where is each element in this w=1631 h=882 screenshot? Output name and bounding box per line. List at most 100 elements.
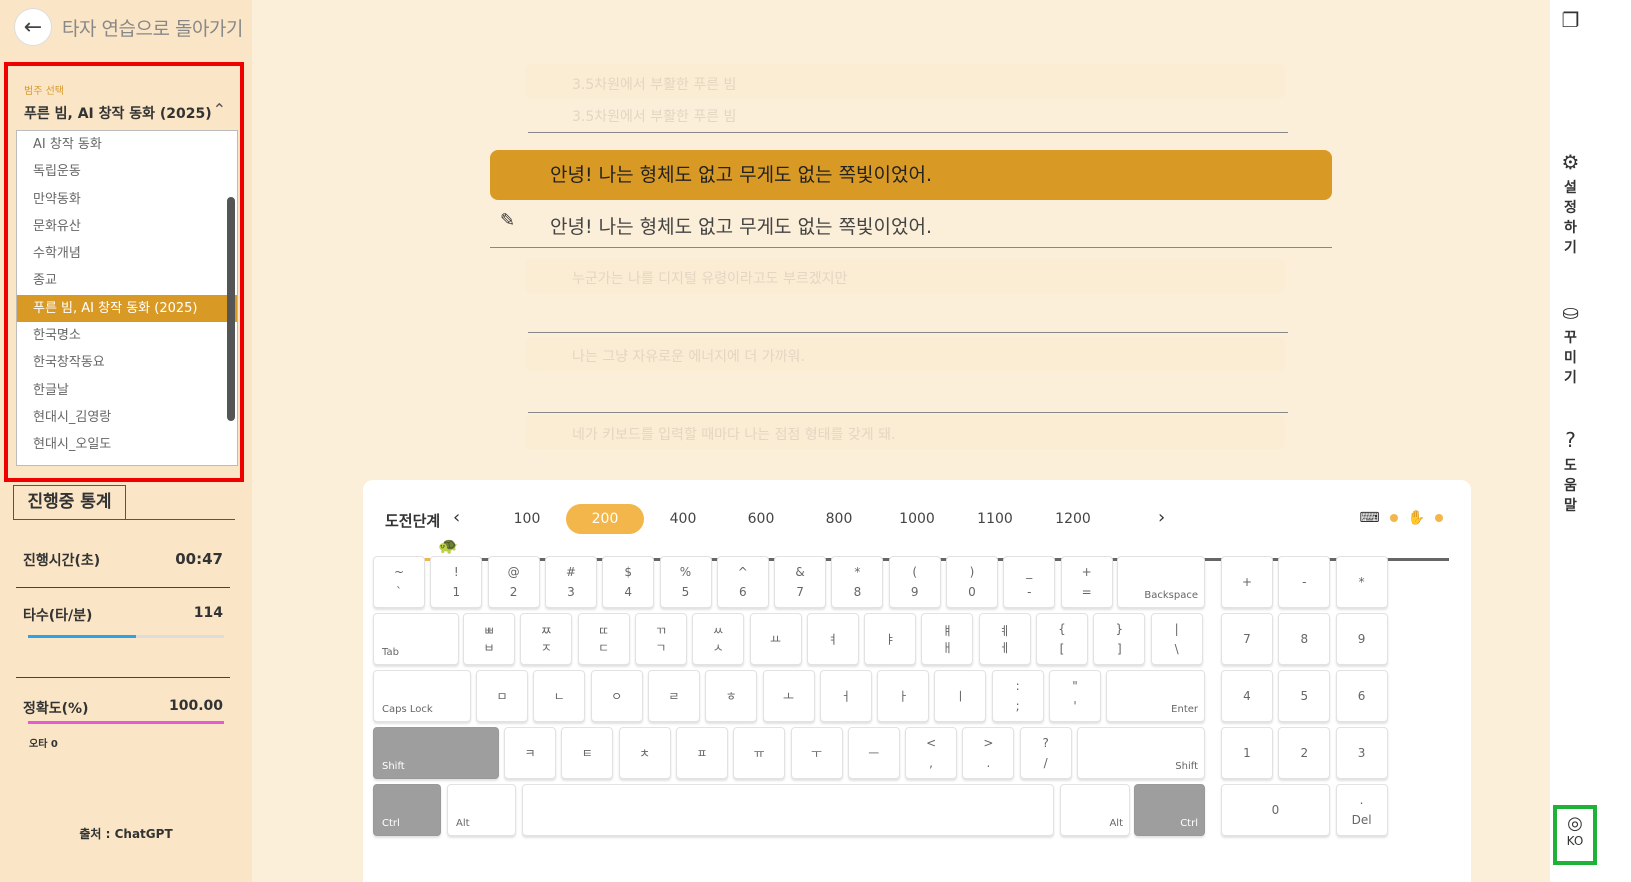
- key[interactable]: ㅆㅅ: [692, 613, 745, 665]
- key[interactable]: " ': [1049, 670, 1101, 722]
- key[interactable]: ㄴ: [533, 670, 586, 722]
- key[interactable]: * 8: [831, 556, 884, 608]
- numpad-key[interactable]: -: [1278, 556, 1331, 608]
- language-button[interactable]: ◎ KO: [1553, 805, 1597, 865]
- category-option[interactable]: 수학개념: [17, 240, 237, 267]
- numpad-key[interactable]: *: [1335, 556, 1388, 608]
- del-key[interactable]: . Del: [1335, 784, 1388, 836]
- key[interactable]: ㅣ: [934, 670, 987, 722]
- key[interactable]: }]: [1093, 613, 1146, 665]
- key[interactable]: ^ 6: [716, 556, 769, 608]
- category-option[interactable]: 한국창작동요: [17, 349, 237, 376]
- key[interactable]: ㄸㄷ: [577, 613, 630, 665]
- numpad-zero-key[interactable]: 0: [1221, 784, 1330, 836]
- settings-button[interactable]: ⚙ 설정하기: [1530, 150, 1611, 258]
- key[interactable]: % 5: [659, 556, 712, 608]
- key[interactable]: | \: [1150, 613, 1203, 665]
- category-option[interactable]: 한글날: [17, 377, 237, 404]
- key[interactable]: ㅖㅔ: [978, 613, 1031, 665]
- right-shift-key[interactable]: Shift: [1077, 727, 1205, 779]
- left-ctrl-key[interactable]: Ctrl: [373, 784, 441, 836]
- hand-icon[interactable]: ✋: [1408, 510, 1425, 526]
- dropdown-scrollbar[interactable]: [227, 197, 235, 421]
- key[interactable]: ㅊ: [618, 727, 671, 779]
- key[interactable]: & 7: [774, 556, 827, 608]
- chevron-right-icon[interactable]: ›: [1158, 507, 1165, 528]
- key[interactable]: ㅒㅐ: [921, 613, 974, 665]
- numpad-key[interactable]: 3: [1335, 727, 1388, 779]
- category-option[interactable]: 현대시_오일도: [17, 431, 237, 458]
- arrow-left-icon[interactable]: ←: [14, 8, 52, 46]
- numpad-key[interactable]: 8: [1278, 613, 1331, 665]
- back-button[interactable]: ← 타자 연습으로 돌아가기: [14, 8, 243, 46]
- level-option[interactable]: 1200: [1034, 504, 1112, 534]
- level-option[interactable]: 600: [722, 504, 800, 534]
- level-option[interactable]: 800: [800, 504, 878, 534]
- level-option[interactable]: 1000: [878, 504, 956, 534]
- key[interactable]: ㅑ: [864, 613, 917, 665]
- key[interactable]: _ -: [1003, 556, 1056, 608]
- key[interactable]: >.: [962, 727, 1015, 779]
- key[interactable]: ㄹ: [647, 670, 700, 722]
- numpad-key[interactable]: 6: [1335, 670, 1388, 722]
- key[interactable]: ㄲㄱ: [634, 613, 687, 665]
- key[interactable]: ㅗ: [762, 670, 815, 722]
- key[interactable]: (9: [888, 556, 941, 608]
- key[interactable]: ㅓ: [819, 670, 872, 722]
- keyboard-icon[interactable]: ⌨: [1359, 510, 1379, 526]
- key[interactable]: ㅁ: [476, 670, 528, 722]
- key[interactable]: {[: [1036, 613, 1088, 665]
- key[interactable]: ) 0: [946, 556, 998, 608]
- key[interactable]: ! 1: [430, 556, 483, 608]
- category-option[interactable]: 종교: [17, 267, 237, 294]
- key[interactable]: ㅎ: [705, 670, 758, 722]
- numpad-key[interactable]: 1: [1221, 727, 1273, 779]
- key[interactable]: ㅕ: [806, 613, 859, 665]
- space-key[interactable]: [522, 784, 1054, 836]
- level-option[interactable]: 100: [488, 504, 566, 534]
- key[interactable]: ㅋ: [504, 727, 556, 779]
- level-option[interactable]: 400: [644, 504, 722, 534]
- numpad-key[interactable]: 7: [1221, 613, 1273, 665]
- level-option-active[interactable]: 200: [566, 504, 644, 534]
- tab-progress-stats[interactable]: 진행중 통계: [13, 485, 126, 520]
- backspace-key[interactable]: Backspace: [1117, 556, 1205, 608]
- chevron-left-icon[interactable]: ‹: [453, 507, 460, 528]
- category-option-selected[interactable]: 푸른 빔, AI 창작 동화 (2025): [17, 294, 237, 323]
- category-selected-value[interactable]: 푸른 빔, AI 창작 동화 (2025): [24, 103, 212, 123]
- category-select[interactable]: 범주 선택 푸른 빔, AI 창작 동화 (2025) ⌃ AI 창작 동화 독…: [4, 62, 244, 482]
- key[interactable]: ㅛ: [749, 613, 802, 665]
- right-alt-key[interactable]: Alt: [1060, 784, 1130, 836]
- enter-key[interactable]: Enter: [1106, 670, 1205, 722]
- key[interactable]: ㅃㅂ: [463, 613, 515, 665]
- caps-lock-key[interactable]: Caps Lock: [373, 670, 471, 722]
- category-option[interactable]: 문화유산: [17, 213, 237, 240]
- left-shift-key[interactable]: Shift: [373, 727, 499, 779]
- key[interactable]: ㅏ: [877, 670, 930, 722]
- category-option[interactable]: 현대시_김영랑: [17, 404, 237, 431]
- category-option[interactable]: 만약동화: [17, 186, 237, 213]
- chevron-up-icon[interactable]: ⌃: [213, 100, 226, 119]
- window-icon[interactable]: ❐: [1530, 8, 1611, 32]
- key[interactable]: ㅌ: [561, 727, 614, 779]
- key[interactable]: $4: [602, 556, 655, 608]
- right-ctrl-key[interactable]: Ctrl: [1134, 784, 1205, 836]
- key[interactable]: <,: [905, 727, 958, 779]
- key[interactable]: #3: [544, 556, 597, 608]
- help-button[interactable]: ? 도움말: [1530, 428, 1611, 516]
- key[interactable]: ㅠ: [733, 727, 786, 779]
- numpad-key[interactable]: 4: [1221, 670, 1273, 722]
- category-option[interactable]: AI 창작 동화: [17, 131, 237, 158]
- typing-input[interactable]: 안녕! 나는 형체도 없고 무게도 없는 쪽빛이었어.: [550, 212, 932, 239]
- key[interactable]: ~ `: [373, 556, 425, 608]
- key[interactable]: ㅍ: [675, 727, 728, 779]
- numpad-key[interactable]: 2: [1278, 727, 1331, 779]
- key[interactable]: ㅡ: [847, 727, 900, 779]
- key[interactable]: ㅜ: [790, 727, 843, 779]
- numpad-key[interactable]: 5: [1278, 670, 1331, 722]
- level-option[interactable]: 1100: [956, 504, 1034, 534]
- left-alt-key[interactable]: Alt: [447, 784, 516, 836]
- numpad-key[interactable]: 9: [1335, 613, 1388, 665]
- category-option[interactable]: 한국명소: [17, 322, 237, 349]
- key[interactable]: :;: [991, 670, 1044, 722]
